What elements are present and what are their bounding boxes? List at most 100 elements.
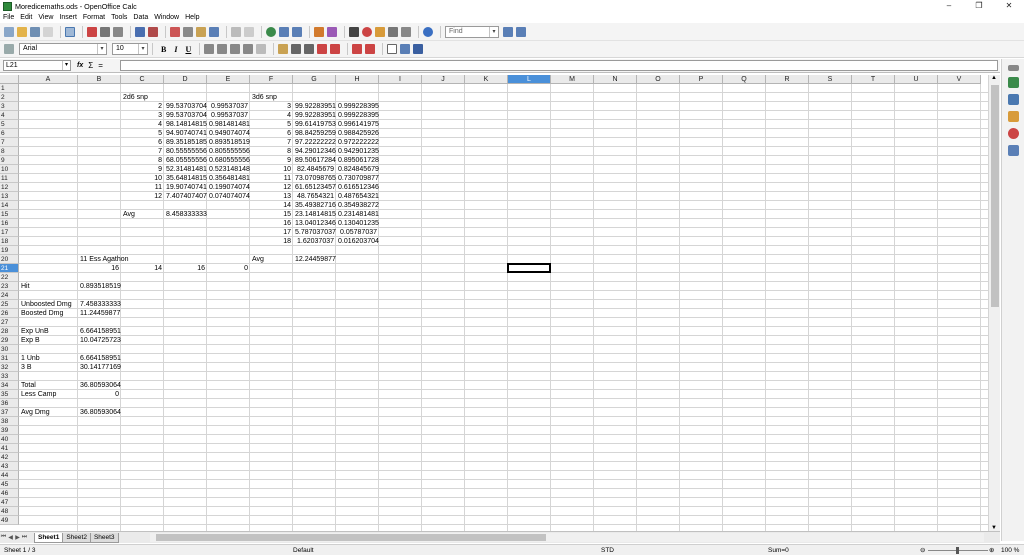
row-header-43[interactable]: 43 — [0, 462, 19, 471]
row-header-31[interactable]: 31 — [0, 354, 19, 363]
cell-a25[interactable]: Unboosted Dmg — [21, 300, 76, 309]
cell-b31[interactable]: 6.664158951 — [80, 354, 121, 363]
row-header-5[interactable]: 5 — [0, 120, 19, 129]
merge-cells-icon[interactable] — [256, 44, 267, 54]
row-header-46[interactable]: 46 — [0, 489, 19, 498]
menu-edit[interactable]: Edit — [20, 14, 32, 21]
prev-sheet-icon[interactable]: ◀ — [7, 534, 14, 541]
menu-data[interactable]: Data — [133, 14, 148, 21]
cell-a29[interactable]: Exp B — [21, 336, 76, 345]
properties-icon[interactable] — [1007, 77, 1019, 88]
cell-e12[interactable]: 0.199074074 — [209, 183, 250, 192]
menu-tools[interactable]: Tools — [111, 14, 127, 21]
tab-sheet1[interactable]: Sheet1 — [34, 532, 64, 543]
row-header-6[interactable]: 6 — [0, 129, 19, 138]
find-input[interactable]: Find ▾ — [445, 25, 499, 38]
zoom-slider-knob[interactable] — [956, 547, 959, 554]
styles-formatting-icon[interactable] — [1007, 94, 1019, 105]
chart-icon[interactable] — [314, 26, 324, 37]
column-header-i[interactable]: I — [379, 75, 422, 84]
cell-e3[interactable]: 0.99537037 — [209, 102, 248, 111]
align-left-icon[interactable] — [204, 44, 215, 54]
page-preview-icon[interactable] — [113, 26, 123, 37]
row-header-33[interactable]: 33 — [0, 372, 19, 381]
draw-functions-icon[interactable] — [327, 26, 337, 37]
row-header-1[interactable]: 1 — [0, 84, 19, 93]
function-icon[interactable]: = — [98, 61, 103, 70]
cell-g6[interactable]: 98.84259259 — [295, 129, 336, 138]
cell-d15[interactable]: 8.458333333 — [166, 210, 207, 219]
cell-d10[interactable]: 52.31481481 — [166, 165, 207, 174]
chevron-down-icon[interactable]: ▾ — [489, 26, 498, 37]
cell-c5[interactable]: 4 — [123, 120, 162, 129]
vertical-scroll-thumb[interactable] — [991, 85, 999, 307]
navigator-sidebar-icon[interactable] — [1007, 128, 1019, 139]
cell-h12[interactable]: 0.616512346 — [338, 183, 379, 192]
cell-c2[interactable]: 2d6 snp — [123, 93, 162, 102]
cell-a28[interactable]: Exp UnB — [21, 327, 76, 336]
autospellcheck-icon[interactable] — [148, 26, 158, 37]
cell-f7[interactable]: 7 — [252, 138, 291, 147]
cell-a32[interactable]: 3 B — [21, 363, 76, 372]
cell-a26[interactable]: Boosted Dmg — [21, 309, 76, 318]
delete-decimal-icon[interactable] — [330, 44, 341, 54]
bold-button[interactable]: B — [161, 45, 166, 54]
menu-help[interactable]: Help — [185, 14, 199, 21]
column-header-r[interactable]: R — [766, 75, 809, 84]
cell-e9[interactable]: 0.680555556 — [209, 156, 250, 165]
cell-f10[interactable]: 10 — [252, 165, 291, 174]
email-icon[interactable] — [43, 26, 53, 37]
row-header-48[interactable]: 48 — [0, 507, 19, 516]
justify-icon[interactable] — [243, 44, 254, 54]
row-header-14[interactable]: 14 — [0, 201, 19, 210]
row-header-12[interactable]: 12 — [0, 183, 19, 192]
cell-b35[interactable]: 0 — [80, 390, 119, 399]
decrease-indent-icon[interactable] — [352, 44, 363, 54]
cell-b23[interactable]: 0.893518519 — [80, 282, 121, 291]
font-color-icon[interactable] — [413, 44, 424, 54]
cell-g7[interactable]: 97.22222222 — [295, 138, 336, 147]
styles-icon[interactable] — [4, 44, 14, 54]
row-header-47[interactable]: 47 — [0, 498, 19, 507]
chevron-down-icon[interactable]: ▾ — [138, 44, 147, 54]
cell-c15[interactable]: Avg — [123, 210, 162, 219]
find-next-icon[interactable] — [503, 26, 513, 37]
borders-icon[interactable] — [387, 44, 398, 54]
column-header-j[interactable]: J — [422, 75, 465, 84]
chevron-down-icon[interactable]: ▾ — [97, 44, 106, 54]
column-header-q[interactable]: Q — [723, 75, 766, 84]
cell-g10[interactable]: 82.4845679 — [295, 165, 334, 174]
cell-h8[interactable]: 0.942901235 — [338, 147, 379, 156]
functions-sidebar-icon[interactable] — [1007, 145, 1019, 156]
column-header-m[interactable]: M — [551, 75, 594, 84]
row-header-22[interactable]: 22 — [0, 273, 19, 282]
row-header-9[interactable]: 9 — [0, 156, 19, 165]
cell-f16[interactable]: 16 — [252, 219, 291, 228]
row-header-23[interactable]: 23 — [0, 282, 19, 291]
row-header-29[interactable]: 29 — [0, 336, 19, 345]
horizontal-scrollbar[interactable] — [150, 533, 984, 542]
column-header-f[interactable]: F — [250, 75, 293, 84]
percent-format-icon[interactable] — [291, 44, 302, 54]
row-header-10[interactable]: 10 — [0, 165, 19, 174]
row-header-11[interactable]: 11 — [0, 174, 19, 183]
selection-mode[interactable]: STD — [601, 545, 614, 556]
cell-d7[interactable]: 89.35185185 — [166, 138, 207, 147]
cell-c12[interactable]: 11 — [123, 183, 162, 192]
cell-h5[interactable]: 0.996141975 — [338, 120, 379, 129]
zoom-icon[interactable] — [401, 26, 411, 37]
cell-h7[interactable]: 0.972222222 — [338, 138, 379, 147]
cell-b28[interactable]: 6.664158951 — [80, 327, 121, 336]
row-header-15[interactable]: 15 — [0, 210, 19, 219]
row-header-28[interactable]: 28 — [0, 327, 19, 336]
column-header-v[interactable]: V — [938, 75, 981, 84]
cell-g3[interactable]: 99.92283951 — [295, 102, 336, 111]
cell-b29[interactable]: 10.04725723 — [80, 336, 121, 345]
menu-window[interactable]: Window — [154, 14, 179, 21]
cell-a31[interactable]: 1 Unb — [21, 354, 76, 363]
row-header-38[interactable]: 38 — [0, 417, 19, 426]
formula-input[interactable] — [120, 60, 998, 71]
font-name-box[interactable]: Arial ▾ — [19, 43, 107, 55]
cell-e8[interactable]: 0.805555556 — [209, 147, 250, 156]
data-sources-icon[interactable] — [388, 26, 398, 37]
